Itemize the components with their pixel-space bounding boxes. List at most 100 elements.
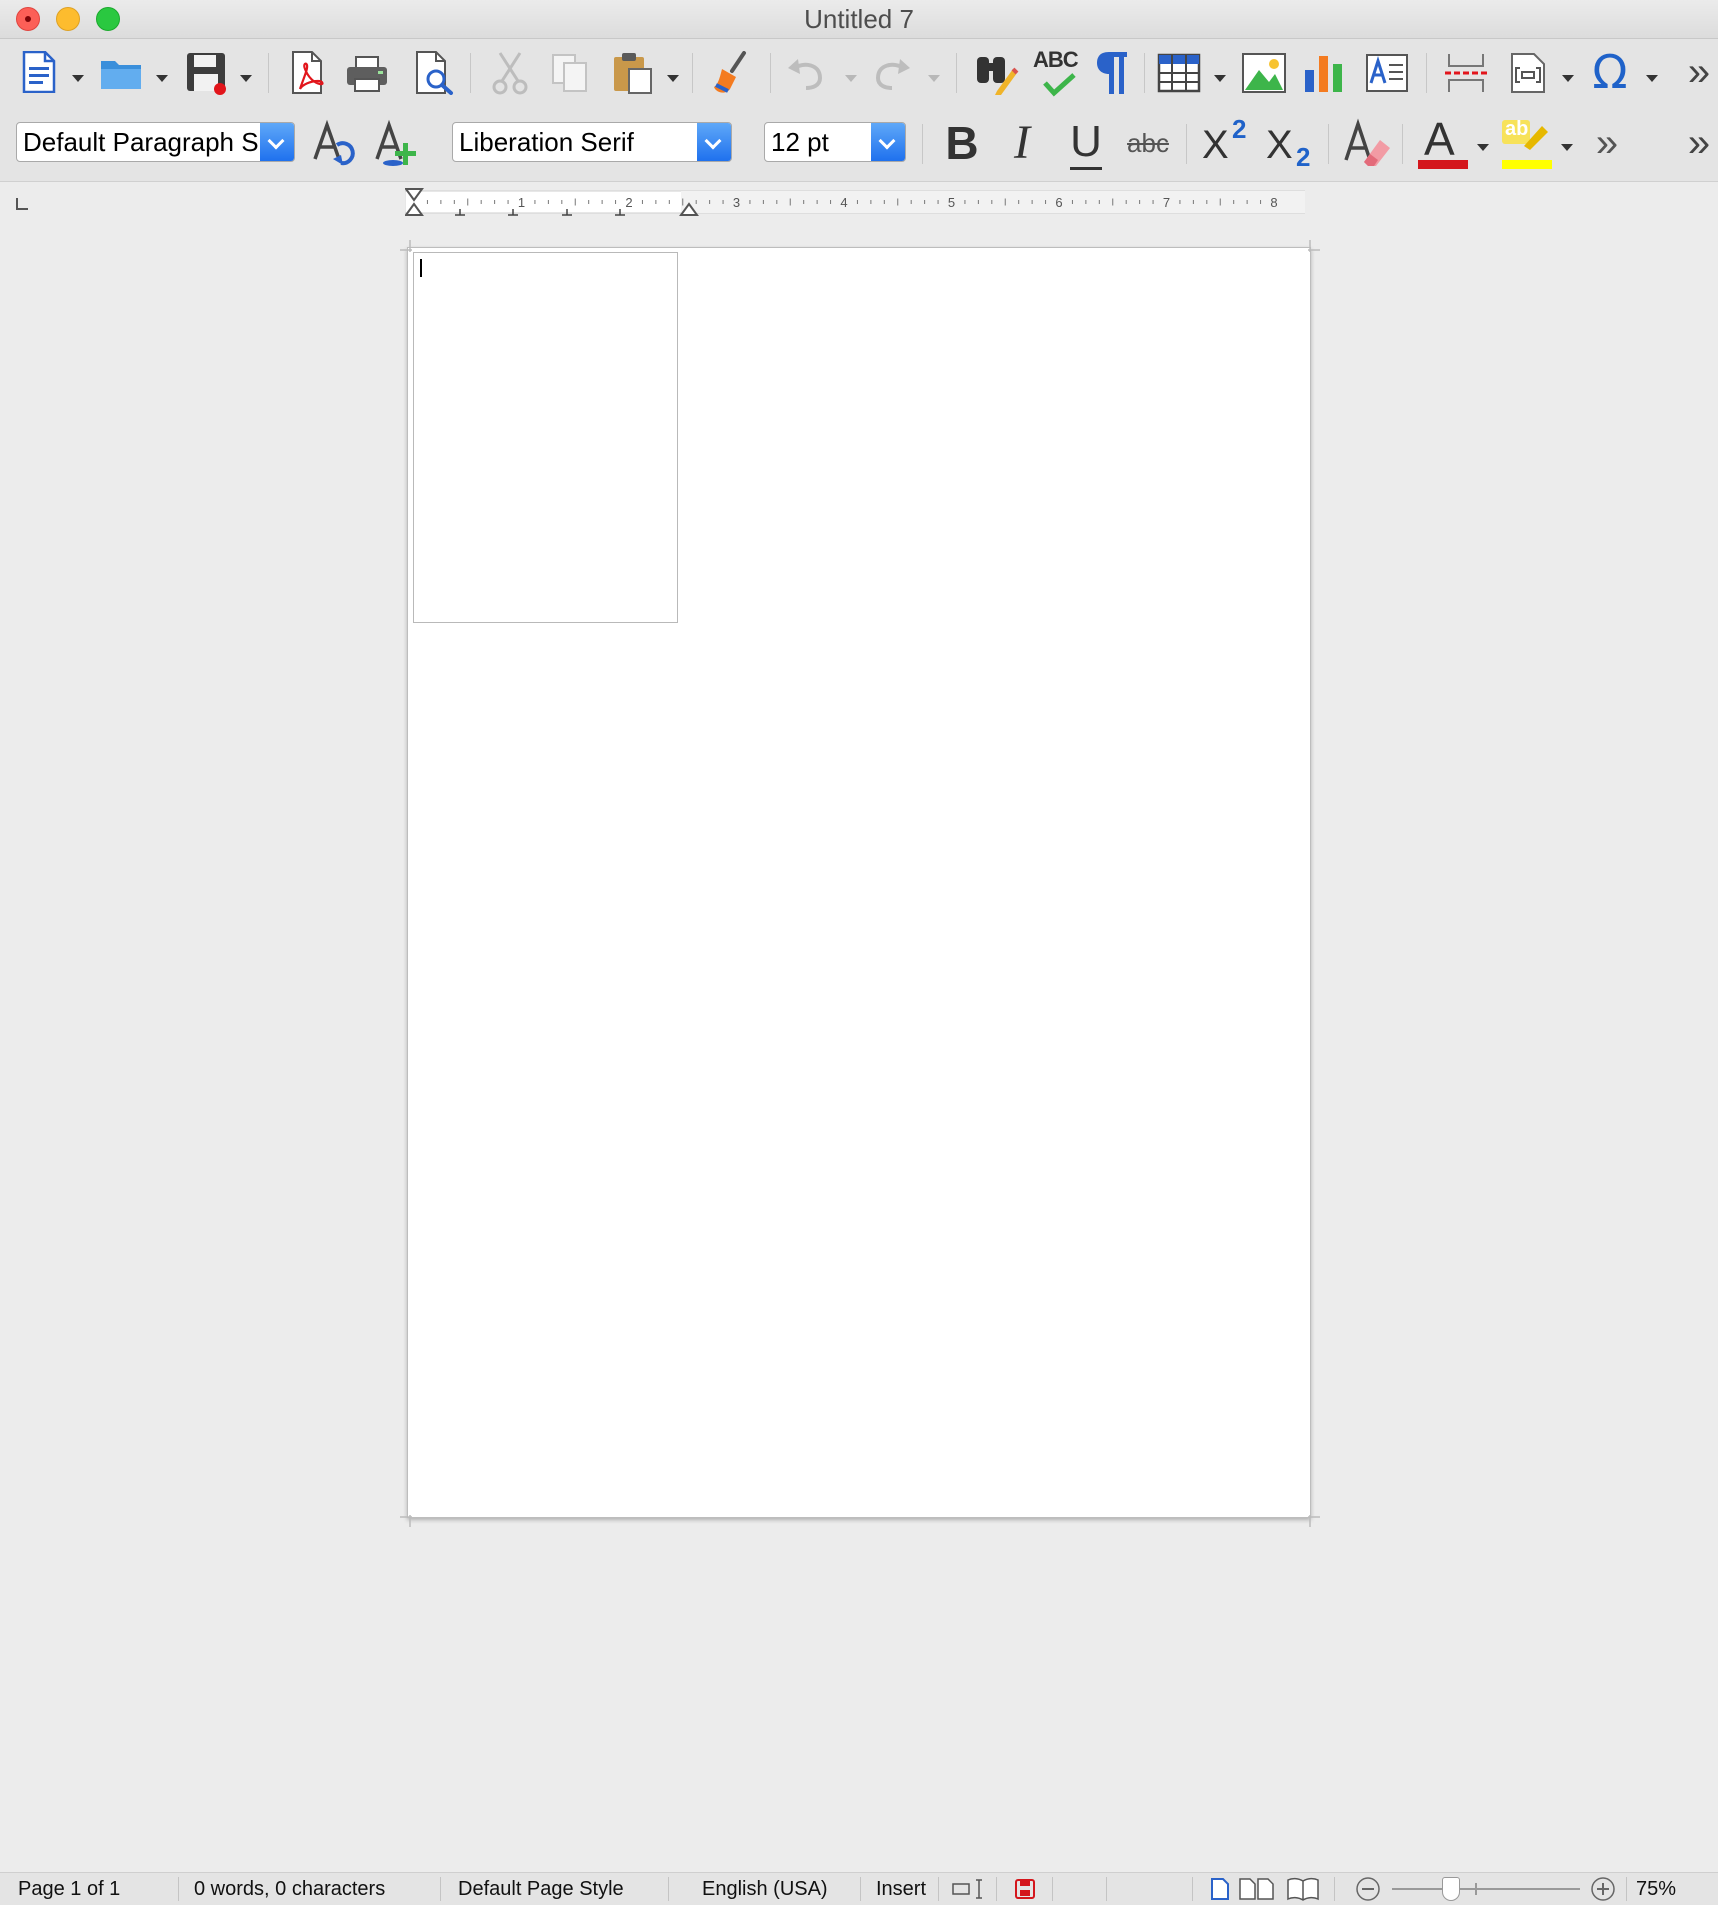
copy-button[interactable] — [548, 50, 592, 96]
insert-image-button[interactable] — [1240, 51, 1288, 95]
paste-button[interactable] — [610, 50, 656, 96]
zoom-slider-center-tick — [1475, 1883, 1477, 1895]
redo-dropdown[interactable] — [928, 75, 940, 82]
book-view-icon[interactable] — [1286, 1877, 1320, 1901]
zoom-out-icon[interactable] — [1355, 1876, 1381, 1902]
highlight-button[interactable]: ab — [1500, 114, 1554, 172]
highlight-dropdown[interactable] — [1561, 144, 1573, 151]
page-break-button[interactable] — [1442, 51, 1490, 95]
tab-stop-selector[interactable] — [16, 198, 28, 210]
print-preview-button[interactable] — [412, 50, 456, 96]
font-color-button[interactable]: A — [1416, 114, 1470, 172]
insert-field-button[interactable] — [1506, 51, 1550, 95]
insert-table-button[interactable] — [1156, 51, 1202, 95]
redo-button[interactable] — [870, 53, 914, 93]
paste-dropdown[interactable] — [667, 75, 679, 82]
ruler-label: 6 — [1055, 195, 1062, 210]
underline-button[interactable]: U — [1062, 116, 1110, 170]
new-document-button[interactable] — [18, 49, 60, 95]
special-character-dropdown[interactable] — [1646, 75, 1658, 82]
paste-icon — [614, 53, 652, 94]
status-separator — [1106, 1877, 1107, 1901]
font-size-dropdown-icon[interactable] — [871, 123, 905, 161]
font-size-select[interactable]: 12 pt — [764, 122, 906, 162]
toolbar-separator — [956, 53, 957, 93]
page-style[interactable]: Default Page Style — [458, 1873, 624, 1905]
insert-field-dropdown[interactable] — [1562, 75, 1574, 82]
formatting-marks-button[interactable] — [1092, 49, 1132, 97]
clone-formatting-icon — [714, 51, 746, 93]
undo-dropdown[interactable] — [845, 75, 857, 82]
special-character-button[interactable]: Ω — [1588, 45, 1632, 99]
document-modified-icon[interactable] — [1014, 1878, 1036, 1900]
paragraph-style-select[interactable]: Default Paragraph S — [16, 122, 295, 162]
clear-formatting-button[interactable] — [1340, 116, 1394, 170]
zoom-slider-thumb[interactable] — [1442, 1877, 1460, 1901]
zoom-slider-track[interactable] — [1392, 1888, 1580, 1890]
word-count[interactable]: 0 words, 0 characters — [194, 1873, 385, 1905]
update-style-button[interactable] — [310, 118, 360, 168]
find-replace-button[interactable] — [972, 50, 1020, 96]
insert-table-dropdown[interactable] — [1214, 75, 1226, 82]
save-icon — [187, 53, 226, 95]
highlighter-icon: ab — [1500, 114, 1554, 172]
open-dropdown[interactable] — [156, 75, 168, 82]
page-corner-mark — [400, 240, 412, 252]
paragraph-style-value: Default Paragraph S — [23, 127, 259, 157]
font-color-dropdown[interactable] — [1477, 144, 1489, 151]
subscript-button[interactable]: X 2 — [1262, 112, 1316, 174]
font-color-swatch — [1418, 160, 1468, 169]
clone-formatting-button[interactable] — [708, 50, 754, 96]
cut-button[interactable] — [488, 50, 532, 96]
new-style-button[interactable] — [372, 118, 422, 168]
single-page-view-icon[interactable] — [1210, 1877, 1230, 1901]
open-button[interactable] — [98, 53, 144, 93]
status-separator — [668, 1877, 669, 1901]
text-frame[interactable] — [413, 252, 678, 623]
paragraph-style-dropdown-icon[interactable] — [260, 123, 294, 161]
toolbar-separator — [692, 53, 693, 93]
formatting-inner-overflow-button[interactable]: » — [1590, 118, 1624, 168]
window-title: Untitled 7 — [804, 4, 914, 34]
zoom-level[interactable]: 75% — [1636, 1873, 1676, 1905]
insert-mode[interactable]: Insert — [876, 1873, 926, 1905]
save-button[interactable] — [184, 50, 228, 96]
strikethrough-icon: abc — [1127, 128, 1169, 158]
underline-icon: U — [1070, 117, 1102, 170]
new-document-dropdown[interactable] — [72, 75, 84, 82]
formatting-overflow-button[interactable]: » — [1684, 118, 1714, 168]
insert-text-box-button[interactable] — [1364, 51, 1410, 95]
subscript-base: X — [1266, 123, 1293, 167]
copy-icon — [552, 54, 587, 92]
undo-button[interactable] — [784, 53, 828, 93]
clear-formatting-icon — [1344, 118, 1390, 166]
more-overflow-icon: » — [1595, 121, 1619, 165]
export-pdf-button[interactable] — [288, 50, 328, 96]
save-dropdown[interactable] — [240, 75, 252, 82]
zoom-in-icon[interactable] — [1590, 1876, 1616, 1902]
insert-chart-button[interactable] — [1302, 51, 1346, 95]
horizontal-ruler[interactable]: 1 2 3 4 5 6 7 8 — [404, 187, 1306, 218]
status-separator — [860, 1877, 861, 1901]
page-count[interactable]: Page 1 of 1 — [18, 1873, 120, 1905]
status-separator — [996, 1877, 997, 1901]
spelling-button[interactable]: ABC — [1030, 47, 1086, 99]
bold-button[interactable]: B — [938, 116, 986, 170]
highlight-color-swatch — [1502, 160, 1552, 169]
ruler-scale: 1 2 3 4 5 6 7 8 — [404, 188, 1306, 216]
language[interactable]: English (USA) — [702, 1873, 828, 1905]
print-button[interactable] — [344, 53, 390, 95]
selection-mode-icon[interactable] — [952, 1878, 988, 1900]
update-style-icon — [313, 119, 355, 166]
font-name-select[interactable]: Liberation Serif — [452, 122, 732, 162]
multi-page-view-icon[interactable] — [1238, 1877, 1276, 1901]
font-name-dropdown-icon[interactable] — [697, 123, 731, 161]
print-icon — [347, 56, 387, 92]
toolbar-separator — [268, 53, 269, 93]
italic-button[interactable]: I — [1002, 116, 1042, 170]
document-page[interactable] — [407, 247, 1311, 1518]
toolbar-overflow-button[interactable]: » — [1684, 47, 1714, 97]
strikethrough-button[interactable]: abc — [1122, 116, 1174, 170]
insert-field-icon — [1511, 53, 1545, 93]
superscript-button[interactable]: X 2 — [1198, 112, 1252, 170]
